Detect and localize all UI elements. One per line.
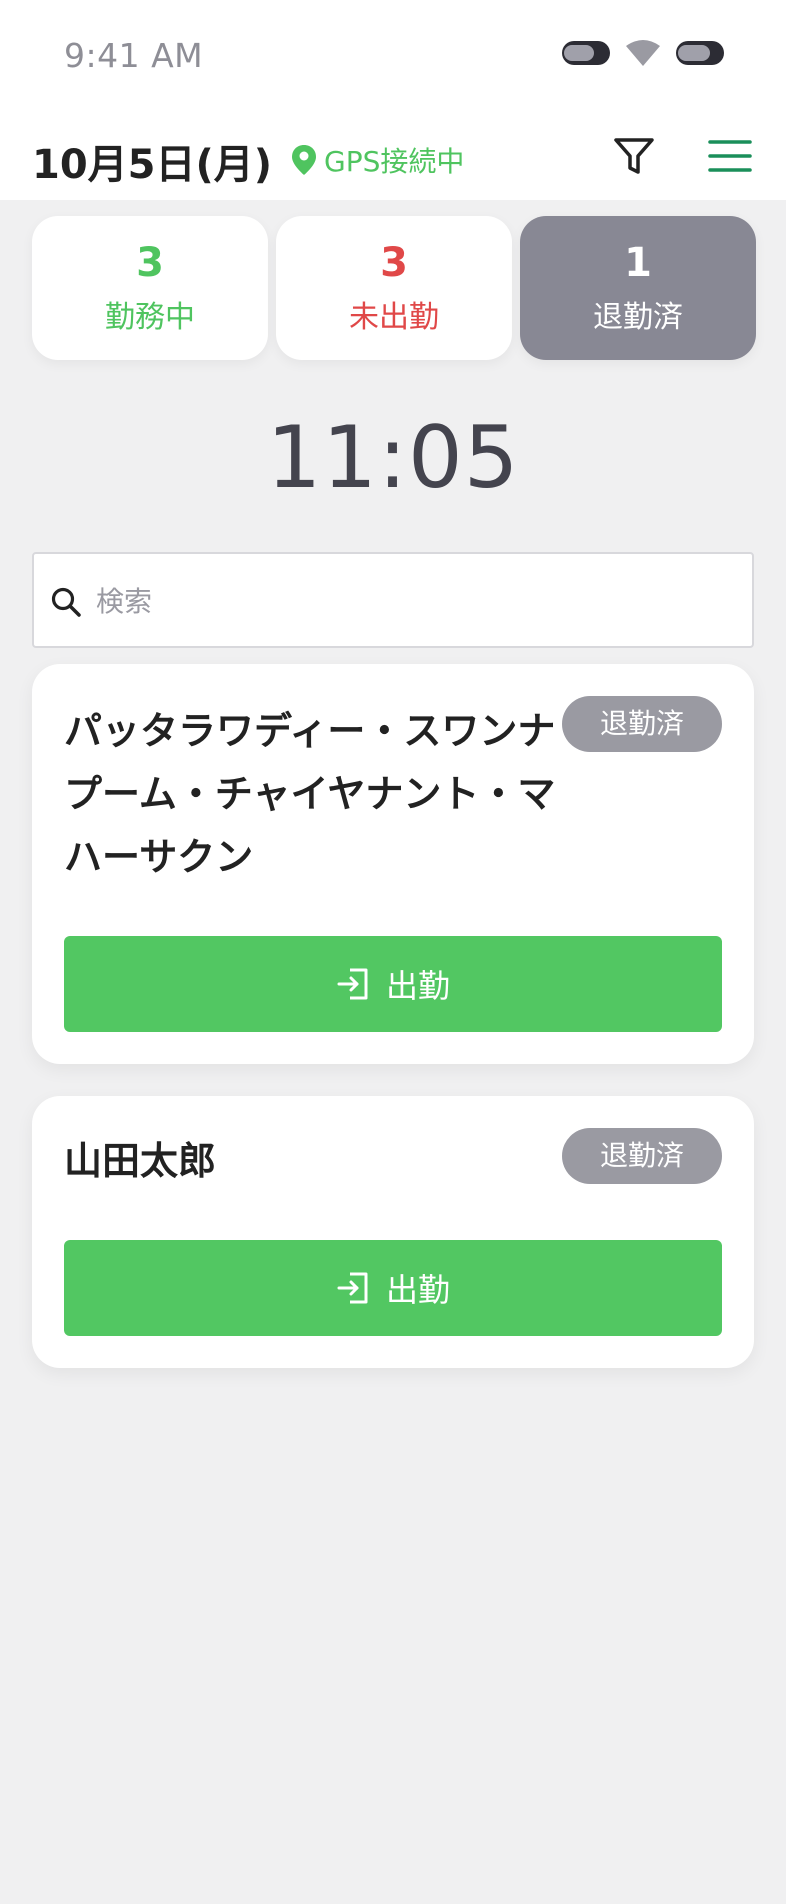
clock-in-label: 出勤 [385,1271,450,1309]
search-icon [51,587,81,617]
status-bar: 9:41 AM [0,0,786,110]
absent-count: 3 [380,240,408,286]
summary-left[interactable]: 1 退勤済 [520,216,756,360]
clock-in-button[interactable]: 出勤 [64,1240,722,1336]
gps-status: GPS接続中 [292,140,464,180]
summary-absent[interactable]: 3 未出勤 [276,216,512,360]
status-badge: 退勤済 [562,696,722,752]
absent-label: 未出勤 [349,300,439,335]
clock-in-label: 出勤 [385,967,450,1005]
working-label: 勤務中 [105,300,195,335]
wifi-icon [626,40,660,66]
signal-icon [562,41,610,65]
left-count: 1 [624,240,652,286]
current-time-display: 11:05 [266,408,520,508]
current-date: 10月5日(月) [32,142,273,188]
status-time: 9:41 AM [64,36,204,75]
search-box[interactable] [32,552,754,648]
status-icons [562,40,724,66]
filter-icon[interactable] [612,134,656,178]
status-badge: 退勤済 [562,1128,722,1184]
summary-working[interactable]: 3 勤務中 [32,216,268,360]
employee-name: 山田太郎 [64,1139,217,1183]
attendance-summary: 3 勤務中 3 未出勤 1 退勤済 [0,200,786,376]
employee-name: パッタラワディー・スワンナプーム・チャイヤナント・マハーサクン [64,709,556,879]
location-pin-icon [292,145,316,175]
employee-card: パッタラワディー・スワンナプーム・チャイヤナント・マハーサクン 退勤済 出勤 [32,664,754,1064]
enter-icon [337,1272,368,1304]
working-count: 3 [136,240,164,286]
hamburger-menu-icon[interactable] [708,134,752,178]
employee-card: 山田太郎 退勤済 出勤 [32,1096,754,1368]
enter-icon [337,968,368,1000]
app-header: 10月5日(月) GPS接続中 [0,110,786,200]
left-label: 退勤済 [593,300,683,335]
battery-icon [676,41,724,65]
search-input[interactable] [96,574,736,628]
gps-status-label: GPS接続中 [324,145,465,178]
clock-in-button[interactable]: 出勤 [64,936,722,1032]
